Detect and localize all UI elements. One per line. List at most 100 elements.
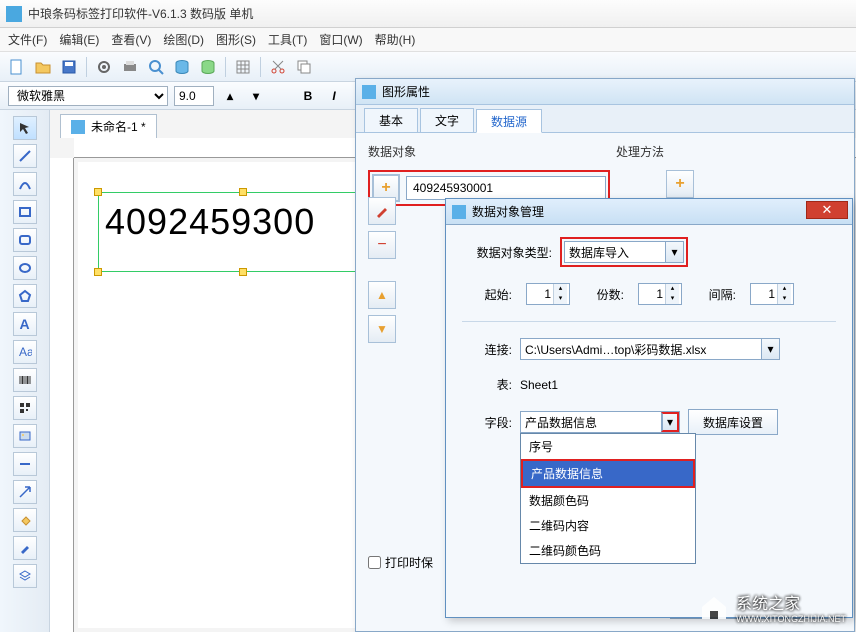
edit-button[interactable] <box>368 197 396 225</box>
field-option[interactable]: 二维码颜色码 <box>521 538 695 563</box>
tb-grid[interactable] <box>232 56 254 78</box>
house-icon <box>698 593 730 621</box>
tb-save[interactable] <box>58 56 80 78</box>
tool-ellipse[interactable] <box>13 256 37 280</box>
tool-line[interactable] <box>13 144 37 168</box>
print-label: 打印时保 <box>385 554 433 571</box>
ruler-vertical <box>50 158 74 632</box>
doc-icon <box>71 120 85 134</box>
italic-button[interactable]: I <box>324 86 344 106</box>
gap-label: 间隔: <box>696 286 736 303</box>
panel2-titlebar[interactable]: 数据对象管理 ✕ <box>446 199 852 225</box>
gap-spinner[interactable]: ▴▾ <box>750 283 794 305</box>
tb-copy[interactable] <box>293 56 315 78</box>
app-icon <box>6 6 22 22</box>
tb-cut[interactable] <box>267 56 289 78</box>
tool-layers[interactable] <box>13 564 37 588</box>
tb-db2[interactable] <box>197 56 219 78</box>
menu-file[interactable]: 文件(F) <box>8 31 47 48</box>
font-size-input[interactable] <box>174 86 214 106</box>
tool-qr[interactable] <box>13 396 37 420</box>
add-process-button[interactable]: + <box>666 170 694 198</box>
tb-db[interactable] <box>171 56 193 78</box>
menu-view[interactable]: 查看(V) <box>111 31 151 48</box>
panel1-tabs: 基本 文字 数据源 <box>356 105 854 133</box>
tab-text[interactable]: 文字 <box>420 108 474 132</box>
handle-bm[interactable] <box>239 268 247 276</box>
type-select[interactable]: 数据库导入 ▾ <box>564 241 684 263</box>
menu-tool[interactable]: 工具(T) <box>268 31 307 48</box>
label-data-object: 数据对象 <box>368 143 416 160</box>
print-checkbox[interactable] <box>368 556 381 569</box>
close-button[interactable]: ✕ <box>806 201 848 219</box>
font-size-down[interactable]: ▾ <box>246 86 266 106</box>
tool-roundrect[interactable] <box>13 228 37 252</box>
tab-basic[interactable]: 基本 <box>364 108 418 132</box>
field-option[interactable]: 产品数据信息 <box>523 461 693 486</box>
titlebar: 中琅条码标签打印软件-V6.1.3 数码版 单机 <box>0 0 856 28</box>
field-select[interactable]: 产品数据信息 ▾ <box>520 411 680 433</box>
field-value: 产品数据信息 <box>525 414 597 431</box>
menu-window[interactable]: 窗口(W) <box>319 31 362 48</box>
tb-preview[interactable] <box>145 56 167 78</box>
tb-open[interactable] <box>32 56 54 78</box>
move-up-button[interactable]: ▲ <box>368 281 396 309</box>
menu-edit[interactable]: 编辑(E) <box>59 31 99 48</box>
count-label: 份数: <box>584 286 624 303</box>
menu-help[interactable]: 帮助(H) <box>375 31 416 48</box>
tool-barcode[interactable] <box>13 368 37 392</box>
tool-pointer[interactable] <box>13 116 37 140</box>
tool-fill[interactable] <box>13 508 37 532</box>
db-settings-button[interactable]: 数据库设置 <box>688 409 778 435</box>
panel1-titlebar[interactable]: 图形属性 <box>356 79 854 105</box>
panel-data-mgmt: 数据对象管理 ✕ 数据对象类型: 数据库导入 ▾ 起始: ▴▾ 份数: ▴▾ 间… <box>445 198 853 618</box>
watermark-url: WWW.XITONGZHIJIA.NET <box>736 614 846 624</box>
font-family-select[interactable]: 微软雅黑 <box>8 86 168 106</box>
text-content: 4092459300 <box>99 193 387 243</box>
handle-bl[interactable] <box>94 268 102 276</box>
data-value-input[interactable] <box>406 176 606 200</box>
delete-button[interactable]: − <box>368 231 396 259</box>
menu-shape[interactable]: 图形(S) <box>216 31 256 48</box>
tool-curve[interactable] <box>13 172 37 196</box>
conn-select[interactable]: C:\Users\Admi…top\彩码数据.xlsx ▾ <box>520 338 780 360</box>
label-process: 处理方法 <box>616 143 664 160</box>
tool-richtext[interactable]: Aa <box>13 340 37 364</box>
chevron-down-icon[interactable]: ▾ <box>761 339 779 359</box>
font-size-up[interactable]: ▴ <box>220 86 240 106</box>
conn-label: 连接: <box>462 341 512 358</box>
document-tab[interactable]: 未命名-1 * <box>60 114 157 138</box>
tool-rect[interactable] <box>13 200 37 224</box>
table-label: 表: <box>462 376 512 393</box>
tb-print[interactable] <box>119 56 141 78</box>
field-dropdown: 序号 产品数据信息 数据颜色码 二维码内容 二维码颜色码 <box>520 433 696 564</box>
app-title: 中琅条码标签打印软件-V6.1.3 数码版 单机 <box>28 5 253 22</box>
panel2-title: 数据对象管理 <box>472 203 544 220</box>
handle-tl[interactable] <box>94 188 102 196</box>
tool-arrow[interactable] <box>13 480 37 504</box>
doc-tab-label: 未命名-1 * <box>91 118 146 135</box>
tool-image[interactable] <box>13 424 37 448</box>
move-down-button[interactable]: ▼ <box>368 315 396 343</box>
tb-new[interactable] <box>6 56 28 78</box>
field-option[interactable]: 数据颜色码 <box>521 488 695 513</box>
svg-text:Aa: Aa <box>19 345 32 359</box>
bold-button[interactable]: B <box>298 86 318 106</box>
tool-eyedrop[interactable] <box>13 536 37 560</box>
menu-draw[interactable]: 绘图(D) <box>163 31 204 48</box>
tb-settings[interactable] <box>93 56 115 78</box>
start-spinner[interactable]: ▴▾ <box>526 283 570 305</box>
tab-datasource[interactable]: 数据源 <box>476 109 542 133</box>
tool-text[interactable]: A <box>13 312 37 336</box>
tool-line2[interactable] <box>13 452 37 476</box>
watermark: 系统之家 WWW.XITONGZHIJIA.NET <box>698 590 846 624</box>
handle-tm[interactable] <box>239 188 247 196</box>
watermark-name: 系统之家 <box>736 590 846 614</box>
chevron-down-icon[interactable]: ▾ <box>665 242 683 262</box>
text-object[interactable]: 4092459300 <box>98 192 388 272</box>
chevron-down-icon[interactable]: ▾ <box>661 412 679 432</box>
count-spinner[interactable]: ▴▾ <box>638 283 682 305</box>
field-option[interactable]: 二维码内容 <box>521 513 695 538</box>
field-option[interactable]: 序号 <box>521 434 695 459</box>
tool-polygon[interactable] <box>13 284 37 308</box>
